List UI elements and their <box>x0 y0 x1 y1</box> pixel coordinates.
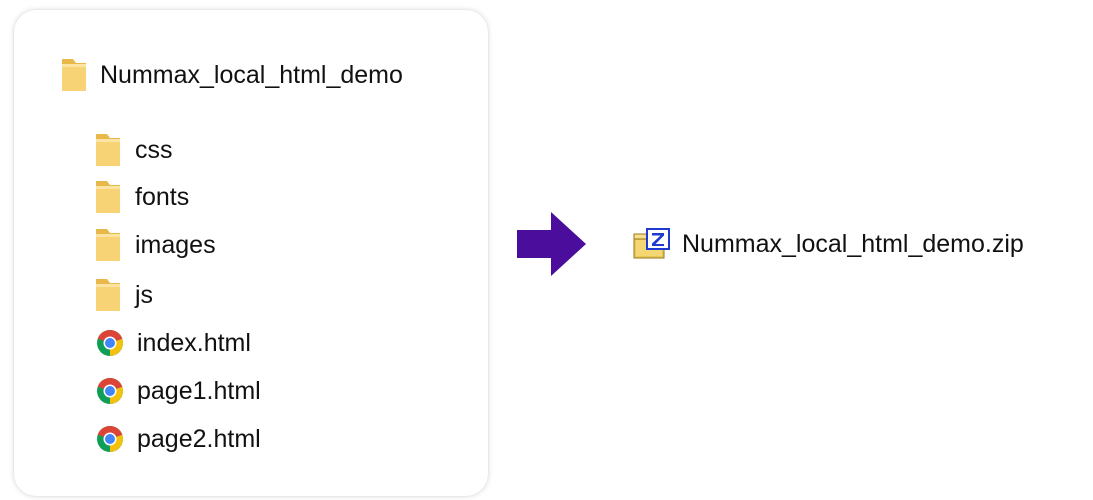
zip-archive-icon <box>633 228 670 259</box>
folder-label: fonts <box>135 183 190 211</box>
folder-item-css[interactable]: css <box>95 130 173 170</box>
file-item-page1-html[interactable]: page1.html <box>95 371 261 411</box>
chrome-icon <box>97 330 123 356</box>
folder-icon <box>96 134 120 166</box>
right-arrow-icon <box>517 212 586 276</box>
folder-label: images <box>135 231 216 259</box>
file-label: page2.html <box>137 425 261 453</box>
chrome-icon <box>97 378 123 404</box>
folder-icon <box>62 59 86 91</box>
folder-item-js[interactable]: js <box>95 275 153 315</box>
root-folder-label: Nummax_local_html_demo <box>100 61 403 89</box>
chrome-icon <box>97 426 123 452</box>
zip-file-item[interactable]: Nummax_local_html_demo.zip <box>633 224 1024 264</box>
folder-icon <box>96 229 120 261</box>
folder-label: css <box>135 136 173 164</box>
folder-icon <box>96 181 120 213</box>
file-tree-panel: Nummax_local_html_demo css fonts images <box>14 10 488 496</box>
zip-file-label: Nummax_local_html_demo.zip <box>682 230 1024 258</box>
folder-label: js <box>135 281 154 309</box>
folder-icon <box>96 279 120 311</box>
file-label: index.html <box>137 329 251 357</box>
file-label: page1.html <box>137 377 261 405</box>
folder-item-images[interactable]: images <box>95 225 216 265</box>
file-item-page2-html[interactable]: page2.html <box>95 419 261 459</box>
folder-item-fonts[interactable]: fonts <box>95 177 189 217</box>
file-item-index-html[interactable]: index.html <box>95 323 251 363</box>
root-folder-item[interactable]: Nummax_local_html_demo <box>60 55 403 95</box>
